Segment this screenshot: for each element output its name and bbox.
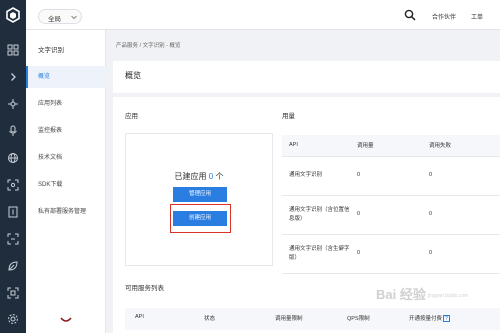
document-icon[interactable] bbox=[7, 206, 19, 218]
table-row: 通用文字识别（含生僻字版） 0 0 bbox=[282, 234, 500, 274]
region-select-value: 全局 bbox=[48, 16, 61, 23]
top-bar: 全局 合作伙伴 工单 bbox=[0, 0, 500, 30]
ticket-link[interactable]: 工单 bbox=[471, 12, 483, 21]
usage-col-failed: 调用失败 bbox=[422, 135, 500, 157]
usage-calls: 0 bbox=[350, 234, 422, 274]
services-section-title: 可用服务列表 bbox=[125, 285, 164, 292]
usage-section-title: 用量 bbox=[282, 113, 295, 120]
breadcrumb: 产品服务 / 文字识别 - 概览 bbox=[116, 43, 181, 49]
bracket-icon[interactable] bbox=[7, 233, 19, 245]
usage-failed: 0 bbox=[422, 195, 500, 235]
sidebar-title: 文字识别 bbox=[38, 47, 64, 54]
app-count-suffix: 个 bbox=[215, 172, 224, 181]
microphone-icon[interactable] bbox=[7, 125, 19, 137]
watermark: Bai 经验 jingyan.baidu.com bbox=[376, 284, 468, 303]
watermark-subtext: jingyan.baidu.com bbox=[428, 293, 469, 299]
services-col-status: 状态 bbox=[204, 316, 216, 322]
sidebar-item-docs[interactable]: 技术文档 bbox=[26, 147, 106, 169]
apps-section-title: 应用 bbox=[125, 113, 138, 120]
services-col-pay-as-you-go: 开通按量付费? bbox=[409, 314, 451, 323]
usage-calls: 0 bbox=[350, 156, 422, 196]
chevron-down-icon bbox=[71, 15, 77, 20]
cube-icon[interactable] bbox=[7, 98, 19, 110]
table-row: 通用文字识别（含位置信息版） 0 0 bbox=[282, 195, 500, 235]
help-icon[interactable]: ? bbox=[443, 315, 451, 323]
gear-icon[interactable] bbox=[7, 313, 19, 325]
collapse-icon[interactable] bbox=[60, 316, 72, 324]
services-col-pay-as-you-go-label: 开通按量付费 bbox=[409, 316, 443, 322]
icon-rail bbox=[0, 30, 26, 333]
services-col-call-limit: 调用量限制 bbox=[275, 316, 303, 322]
sidebar-item-monitoring[interactable]: 监控报表 bbox=[26, 120, 106, 142]
sidebar-item-private-deploy[interactable]: 私有部署服务管理 bbox=[26, 201, 106, 223]
chevron-right-icon[interactable] bbox=[7, 71, 19, 83]
services-col-api: API bbox=[135, 314, 144, 320]
scan-icon[interactable] bbox=[7, 179, 19, 191]
page-header: 概览 bbox=[113, 61, 500, 93]
page-title: 概览 bbox=[125, 71, 141, 80]
watermark-text: Bai 经验 bbox=[376, 287, 426, 302]
frame-icon[interactable] bbox=[7, 287, 19, 299]
logo-icon bbox=[6, 7, 20, 23]
product-sidebar: 文字识别 概览 应用列表 监控报表 技术文档 SDK下载 私有部署服务管理 bbox=[26, 30, 106, 333]
sidebar-item-sdk[interactable]: SDK下载 bbox=[26, 174, 106, 196]
usage-calls: 0 bbox=[350, 195, 422, 235]
usage-col-api: API bbox=[282, 135, 350, 157]
sidebar-item-app-list[interactable]: 应用列表 bbox=[26, 93, 106, 115]
usage-api-name: 通用文字识别 bbox=[282, 156, 350, 196]
globe-icon[interactable] bbox=[7, 152, 19, 164]
sidebar-item-overview[interactable]: 概览 bbox=[26, 66, 106, 88]
usage-api-name: 通用文字识别（含生僻字版） bbox=[282, 234, 350, 274]
usage-api-name: 通用文字识别（含位置信息版） bbox=[282, 195, 350, 235]
usage-failed: 0 bbox=[422, 234, 500, 274]
region-select[interactable]: 全局 bbox=[38, 9, 82, 24]
app-count-prefix: 已建应用 bbox=[174, 172, 207, 181]
app-count: 已建应用 0 个 bbox=[126, 171, 272, 182]
leaf-icon[interactable] bbox=[7, 260, 19, 272]
partner-link[interactable]: 合作伙伴 bbox=[432, 12, 456, 21]
usage-table: API 调用量 调用失败 通用文字识别 0 0 通用文字识别（含位置信息版） 0… bbox=[282, 135, 500, 274]
apps-card: 已建应用 0 个 管理应用 创建应用 bbox=[125, 133, 273, 266]
usage-table-header: API 调用量 调用失败 bbox=[282, 135, 500, 157]
grid-icon[interactable] bbox=[7, 44, 19, 56]
table-row: 通用文字识别 0 0 bbox=[282, 156, 500, 196]
services-col-qps-limit: QPS限制 bbox=[347, 316, 370, 322]
search-icon[interactable] bbox=[404, 9, 416, 21]
logo[interactable] bbox=[0, 0, 26, 30]
create-app-button[interactable]: 创建应用 bbox=[173, 211, 227, 226]
manage-apps-button[interactable]: 管理应用 bbox=[173, 187, 227, 202]
usage-failed: 0 bbox=[422, 156, 500, 196]
usage-col-calls: 调用量 bbox=[350, 135, 422, 157]
app-count-number[interactable]: 0 bbox=[209, 172, 213, 181]
